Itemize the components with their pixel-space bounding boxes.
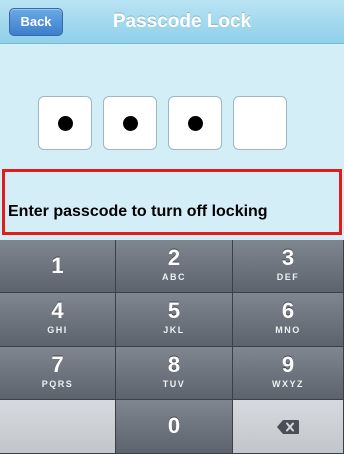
key-7[interactable]: 7 PQRS: [0, 347, 116, 400]
passcode-fields: [38, 96, 287, 152]
key-0[interactable]: 0: [116, 400, 233, 454]
key-4[interactable]: 4 GHI: [0, 293, 116, 347]
key-digit: 2: [167, 245, 181, 270]
passcode-dot: [187, 115, 203, 131]
passcode-digit-box: [233, 96, 287, 150]
backspace-icon: [277, 419, 299, 434]
passcode-prompt: Enter passcode to turn off locking: [8, 203, 268, 220]
key-digit: 4: [51, 298, 64, 323]
key-digit: 3: [281, 245, 295, 270]
key-6[interactable]: 6 MNO: [233, 293, 344, 347]
key-letters: PQRS: [41, 379, 74, 389]
key-8[interactable]: 8 TUV: [116, 347, 233, 400]
key-5[interactable]: 5 JKL: [116, 293, 233, 347]
key-letters: JKL: [163, 325, 185, 335]
passcode-digit-box: [38, 96, 92, 150]
key-letters: MNO: [275, 325, 301, 335]
key-2[interactable]: 2 ABC: [116, 240, 233, 293]
key-letters: WXYZ: [272, 379, 304, 389]
key-3[interactable]: 3 DEF: [233, 240, 344, 293]
passcode-dot: [57, 115, 73, 131]
key-1[interactable]: 1: [0, 240, 116, 293]
key-letters: DEF: [276, 272, 300, 282]
key-digit: 1: [51, 253, 64, 278]
key-9[interactable]: 9 WXYZ: [233, 347, 344, 400]
key-letters: GHI: [47, 325, 68, 335]
key-digit: 9: [281, 352, 295, 377]
key-blank: [0, 400, 116, 454]
navigation-bar: Back Passcode Lock: [0, 0, 344, 44]
back-button[interactable]: Back: [9, 8, 63, 36]
key-letters: ABC: [162, 272, 186, 282]
page-title: Passcode Lock: [112, 11, 252, 32]
key-digit: 6: [281, 298, 295, 323]
passcode-digit-box: [103, 96, 157, 150]
passcode-digit-box: [168, 96, 222, 150]
key-digit: 0: [167, 413, 181, 438]
key-letters: TUV: [162, 379, 186, 389]
key-digit: 5: [167, 298, 181, 323]
delete-key[interactable]: [233, 400, 344, 454]
numeric-keypad: 1 2 ABC 3 DEF 4 GHI 5 JKL 6 MNO 7 PQRS 8…: [0, 240, 344, 454]
key-digit: 7: [51, 352, 64, 377]
key-digit: 8: [167, 352, 181, 377]
passcode-dot: [122, 115, 138, 131]
